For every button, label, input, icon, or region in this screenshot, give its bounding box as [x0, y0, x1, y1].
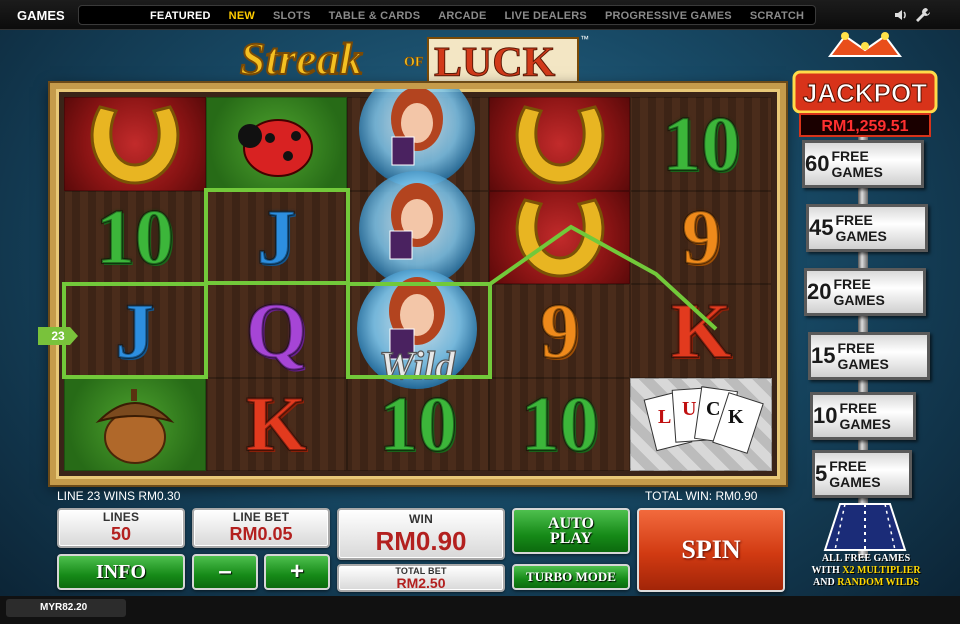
svg-text:U: U: [682, 398, 696, 420]
auto-play-button[interactable]: AUTO PLAY: [512, 508, 630, 554]
free-games-60-tag: 60 FREE GAMES: [802, 140, 924, 188]
ladybug-icon: [205, 97, 348, 191]
reel-frame: 10 10 J 9 J Q 9 K K 10 10 L U C K Wild: [48, 81, 788, 487]
lines-value: 50: [110, 524, 132, 544]
increase-bet-button[interactable]: +: [264, 554, 330, 590]
reel-symbol-10: 10: [64, 190, 206, 284]
nav-link-new[interactable]: NEW: [229, 10, 255, 22]
free-games-45-tag: 45 FREE GAMES: [806, 204, 928, 252]
symbol-label: J: [114, 286, 155, 374]
acorn-icon: [64, 377, 206, 471]
nav-link-slots[interactable]: SLOTS: [273, 10, 311, 22]
win-display: WIN RM0.90: [337, 508, 505, 560]
reel-symbol-j: J: [205, 190, 348, 284]
svg-text:Wild: Wild: [379, 343, 456, 388]
svg-text:JACKPOT: JACKPOT: [803, 78, 927, 108]
bottom-bar: [0, 596, 960, 624]
reel-symbol-10: 10: [630, 97, 772, 191]
total-win-text: TOTAL WIN: RM0.90: [645, 489, 758, 503]
lines-label: LINES: [102, 510, 140, 524]
stage-lights-graphic: [823, 503, 907, 551]
symbol-label: K: [670, 286, 733, 374]
total-bet-display: TOTAL BET RM2.50: [337, 564, 505, 592]
line-bet-display[interactable]: LINE BET RM0.05: [192, 508, 330, 548]
payline-number-badge: 23: [38, 327, 78, 345]
free-games-15-tag: 15 FREE GAMES: [808, 332, 930, 380]
reel-symbol-9: 9: [488, 284, 631, 378]
nav-link-progressive-games[interactable]: PROGRESSIVE GAMES: [605, 10, 732, 22]
symbol-label: J: [256, 193, 297, 281]
nav-link-scratch[interactable]: SCRATCH: [750, 10, 804, 22]
svg-text:LUCK: LUCK: [434, 40, 556, 86]
jackpot-note: ALL FREE GAMES WITH X2 MULTIPLIER AND RA…: [811, 553, 921, 588]
jackpot-panel: JACKPOT RM1,259.51 60 FREE GAMES 45 FREE G…: [790, 28, 940, 588]
symbol-label: 10: [95, 193, 175, 281]
total-bet-value: RM2.50: [396, 575, 446, 591]
nav-link-live-dealers[interactable]: LIVE DEALERS: [505, 10, 587, 22]
spin-button[interactable]: SPIN: [637, 508, 785, 592]
svg-text:C: C: [706, 398, 720, 420]
games-menu-button[interactable]: GAMES: [17, 8, 65, 23]
svg-text:K: K: [728, 406, 744, 428]
reel-symbol-k: K: [205, 377, 348, 471]
reel-symbol-10: 10: [488, 377, 631, 471]
jackpot-sign: JACKPOT RM1,259.51: [792, 32, 938, 137]
nav-link-featured[interactable]: FEATURED: [150, 10, 211, 22]
category-links: FEATURED NEW SLOTS TABLE & CARDS ARCADE LIVE …: [150, 10, 822, 22]
settings-wrench-icon[interactable]: [915, 7, 931, 23]
turbo-mode-button[interactable]: TURBO MODE: [512, 564, 630, 590]
reel-symbol-j: J: [64, 284, 206, 378]
symbol-label: 9: [681, 193, 722, 281]
line-bet-label: LINE BET: [232, 510, 290, 524]
reel-symbol-9: 9: [630, 190, 772, 284]
svg-text:OF: OF: [404, 55, 423, 70]
symbol-label: K: [245, 380, 308, 468]
balance-display: MYR82.20: [6, 599, 126, 617]
sound-icon[interactable]: [893, 7, 909, 23]
symbol-label: 10: [520, 380, 600, 468]
svg-text:L: L: [658, 406, 671, 428]
win-value: RM0.90: [375, 526, 467, 556]
symbol-label: Q: [245, 286, 308, 374]
win-label: WIN: [409, 512, 433, 526]
decrease-bet-button[interactable]: –: [192, 554, 258, 590]
nav-link-arcade[interactable]: ARCADE: [438, 10, 486, 22]
horseshoe-icon: [488, 190, 631, 284]
reel-symbol-k: K: [630, 284, 772, 378]
horseshoe-icon: [488, 97, 631, 191]
svg-text:RM1,259.51: RM1,259.51: [821, 118, 908, 135]
top-icons: [893, 7, 931, 23]
wild-woman-symbol-bottom: Wild: [357, 269, 477, 389]
free-games-5-tag: 5 FREE GAMES: [812, 450, 912, 498]
symbol-label: 9: [539, 286, 580, 374]
lines-display[interactable]: LINES 50: [57, 508, 185, 548]
line-win-text: LINE 23 WINS RM0.30: [57, 489, 181, 503]
symbol-label: 10: [661, 99, 741, 187]
svg-text:Streak: Streak: [240, 33, 363, 84]
free-games-20-tag: 20 FREE GAMES: [804, 268, 926, 316]
reel-symbol-q: Q: [205, 284, 348, 378]
nav-link-table-cards[interactable]: TABLE & CARDS: [329, 10, 421, 22]
free-games-10-tag: 10 FREE GAMES: [810, 392, 916, 440]
wild-stack: Wild: [357, 89, 477, 389]
luck-cards-icon: LUCK: [630, 377, 772, 471]
streak-of-luck-logo: Streak OF LUCK ™: [239, 32, 589, 87]
horseshoe-icon: [64, 97, 206, 191]
line-bet-value: RM0.05: [229, 524, 293, 544]
info-button[interactable]: INFO: [57, 554, 185, 590]
svg-text:™: ™: [580, 34, 589, 44]
